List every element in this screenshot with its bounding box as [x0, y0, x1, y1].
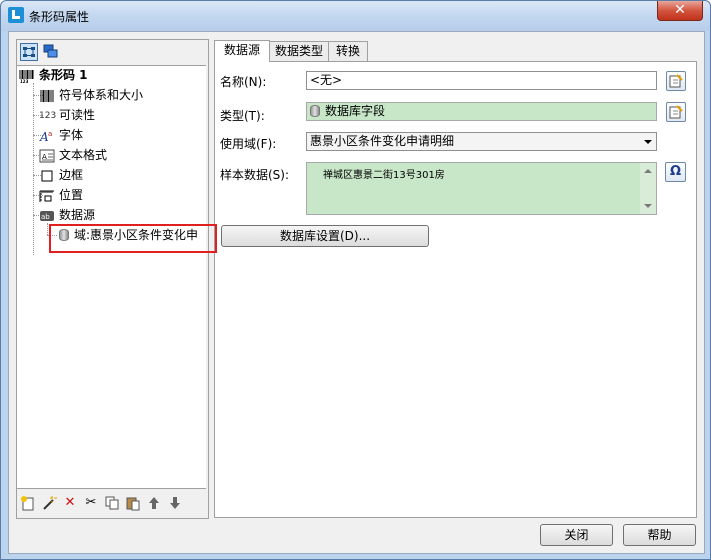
tab-conversion[interactable]: 转换	[328, 41, 368, 61]
dialog-window: 条形码属性 ✕ 123 条形码 1 符号体系和大小 123 可读性 A a 字体…	[0, 0, 711, 560]
tree-item-label: 文本格式	[59, 148, 108, 162]
tree-root-label: 条形码 1	[39, 68, 88, 82]
tree-item-label: 字体	[59, 128, 84, 142]
special-char-button[interactable]: Ω	[665, 162, 686, 182]
title-bar[interactable]: 条形码属性 ✕	[1, 1, 710, 31]
database-settings-button[interactable]: 数据库设置(D)...	[221, 225, 429, 247]
barcode-root-icon: 123	[19, 69, 35, 84]
close-button[interactable]: 关闭	[540, 524, 613, 546]
tab-datasource[interactable]: 数据源	[214, 40, 270, 62]
sample-data-area[interactable]: 禅城区惠景二街13号301房	[306, 162, 657, 215]
edit-icon	[669, 74, 683, 88]
tree-item-readability[interactable]: 123 可读性	[39, 106, 95, 124]
tree-item-position[interactable]: 位置	[39, 186, 83, 204]
tree-item-label: 位置	[59, 188, 84, 202]
barcode-icon	[39, 89, 55, 103]
window-title: 条形码属性	[29, 10, 90, 24]
name-field[interactable]: <无>	[306, 71, 657, 90]
scope-value: 惠景小区条件变化申请明细	[310, 134, 455, 148]
svg-text:a: a	[48, 130, 52, 138]
move-up-icon[interactable]	[146, 495, 162, 511]
svg-text:123: 123	[20, 79, 29, 83]
move-down-icon[interactable]	[167, 495, 183, 511]
border-icon	[39, 169, 55, 183]
database-icon	[310, 105, 320, 117]
chevron-down-icon	[644, 140, 652, 144]
tree-item-label: 数据源	[59, 208, 96, 222]
type-label: 类型(T):	[220, 109, 265, 123]
scope-label: 使用域(F):	[220, 137, 277, 151]
datasource-icon: ab	[39, 209, 55, 223]
name-label: 名称(N):	[220, 75, 267, 89]
window-close-button[interactable]: ✕	[657, 1, 703, 21]
text-format-icon: A	[39, 149, 55, 163]
font-icon: Aa	[39, 129, 55, 144]
delete-icon[interactable]: ✕	[62, 495, 78, 511]
paste-icon[interactable]	[125, 495, 141, 511]
svg-text:ab: ab	[41, 213, 50, 221]
scope-select[interactable]: 惠景小区条件变化申请明细	[306, 132, 657, 151]
position-icon	[39, 189, 55, 203]
properties-tree: 123 条形码 1 符号体系和大小 123 可读性 Aa 字体 A 文本格式 边…	[17, 65, 206, 489]
tree-item-label: 符号体系和大小	[59, 88, 144, 102]
tab-datatype[interactable]: 数据类型	[269, 41, 329, 61]
tree-item-label: 边框	[59, 168, 84, 182]
edit-icon	[669, 105, 683, 119]
magic-wand-icon[interactable]	[41, 495, 57, 511]
properties-tree-panel: 123 条形码 1 符号体系和大小 123 可读性 Aa 字体 A 文本格式 边…	[16, 39, 209, 519]
scroll-up-icon[interactable]	[644, 169, 652, 173]
tree-item-text-format[interactable]: A 文本格式	[39, 146, 107, 164]
copy-icon[interactable]	[104, 495, 120, 511]
name-edit-button[interactable]	[666, 71, 686, 91]
layers-icon[interactable]	[42, 43, 60, 61]
sample-label: 样本数据(S):	[220, 168, 290, 182]
tree-item-border[interactable]: 边框	[39, 166, 83, 184]
tree-item-symbology[interactable]: 符号体系和大小	[39, 86, 143, 104]
sample-text: 禅城区惠景二街13号301房	[323, 170, 445, 181]
tree-toolbar-bottom: ✕ ✂	[17, 488, 206, 518]
app-icon	[8, 7, 24, 23]
readability-icon: 123	[39, 110, 57, 121]
tree-item-datasource[interactable]: ab 数据源	[39, 206, 95, 224]
cut-icon[interactable]: ✂	[83, 495, 99, 511]
tree-item-label: 可读性	[59, 108, 96, 122]
tree-view-icon[interactable]	[20, 43, 38, 61]
tree-item-barcode-root[interactable]: 123 条形码 1	[19, 66, 88, 84]
help-button[interactable]: 帮助	[623, 524, 696, 546]
tree-item-font[interactable]: Aa 字体	[39, 126, 83, 144]
type-edit-button[interactable]	[666, 102, 686, 122]
scroll-down-icon[interactable]	[644, 204, 652, 208]
new-item-icon[interactable]	[20, 495, 36, 511]
type-value: 数据库字段	[325, 104, 386, 118]
tree-toolbar-top	[17, 40, 206, 64]
highlight-box	[49, 224, 217, 253]
type-field[interactable]: 数据库字段	[306, 102, 657, 121]
sample-scrollbar[interactable]	[640, 163, 656, 214]
omega-icon: Ω	[669, 164, 682, 179]
datasource-panel	[214, 61, 697, 518]
